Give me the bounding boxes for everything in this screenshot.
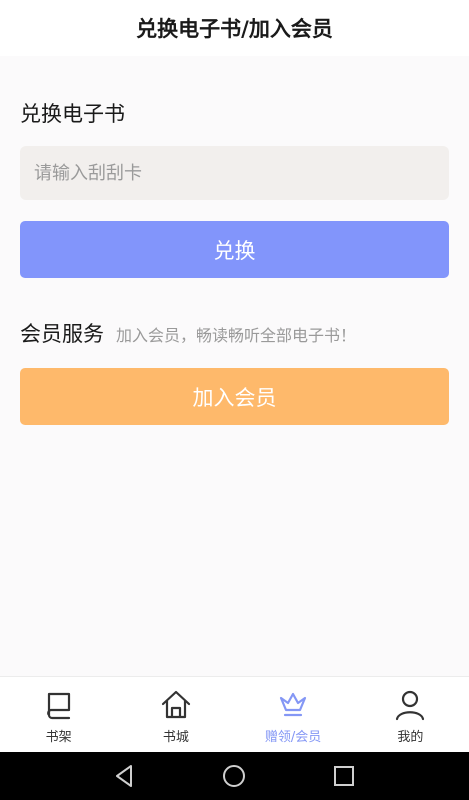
crown-icon bbox=[280, 692, 307, 717]
tab-bookshelf[interactable]: 书架 bbox=[0, 677, 117, 752]
recents-icon[interactable] bbox=[330, 762, 358, 790]
bottom-tab-bar: 书架 书城 赠领/会员 我的 bbox=[0, 676, 469, 752]
system-navigation-bar bbox=[0, 752, 469, 800]
membership-header: 会员服务 加入会员，畅读畅听全部电子书！ bbox=[20, 318, 356, 348]
tab-label: 书城 bbox=[162, 730, 189, 745]
tab-gift-membership[interactable]: 赠领/会员 bbox=[235, 677, 352, 752]
tab-bookstore[interactable]: 书城 bbox=[117, 677, 234, 752]
user-icon bbox=[396, 690, 425, 721]
bookshelf-icon bbox=[46, 692, 70, 720]
membership-description: 加入会员，畅读畅听全部电子书！ bbox=[116, 326, 357, 345]
tab-label: 书架 bbox=[45, 730, 72, 745]
app-header: 兑换电子书/加入会员 bbox=[0, 0, 469, 56]
home-circle-icon[interactable] bbox=[220, 762, 248, 790]
scratch-card-input[interactable] bbox=[20, 146, 449, 200]
membership-section-title: 会员服务 bbox=[20, 322, 104, 346]
tab-label: 赠领/会员 bbox=[264, 730, 322, 745]
back-icon[interactable] bbox=[111, 762, 139, 790]
redeem-button[interactable]: 兑换 bbox=[20, 221, 449, 278]
main-content: 兑换电子书 兑换 会员服务 加入会员，畅读畅听全部电子书！ 加入会员 bbox=[0, 56, 469, 676]
home-icon bbox=[161, 690, 190, 719]
tab-label: 我的 bbox=[397, 730, 424, 745]
redeem-section-title: 兑换电子书 bbox=[20, 102, 125, 126]
join-membership-button[interactable]: 加入会员 bbox=[20, 368, 449, 425]
tab-profile[interactable]: 我的 bbox=[352, 677, 469, 752]
page-title: 兑换电子书/加入会员 bbox=[136, 17, 333, 41]
